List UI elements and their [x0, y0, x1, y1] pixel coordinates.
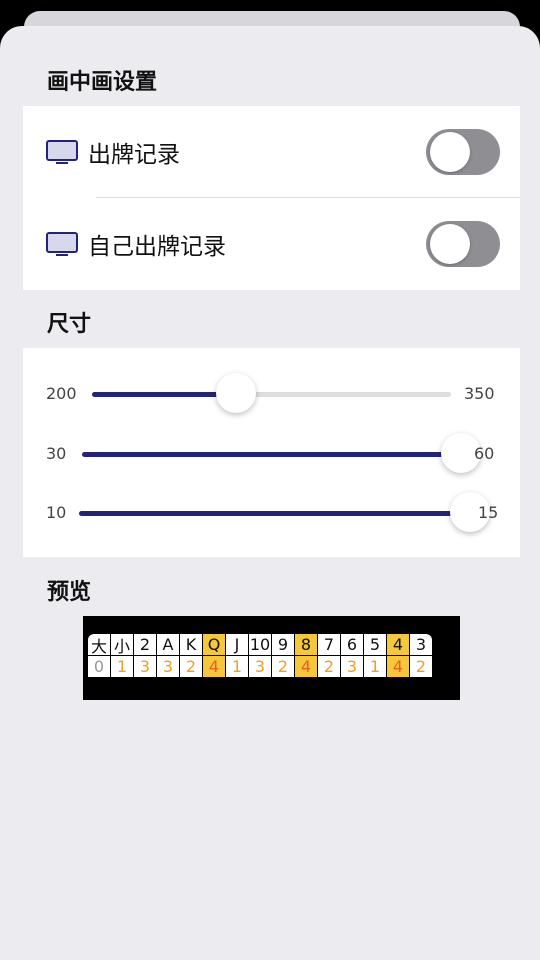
preview-panel: 大小 2 A K Q J 10 9 8 7 6 5 4 3 013324132423142	[83, 616, 460, 700]
preview-card-cell: 4	[387, 634, 409, 655]
slider-2-fill	[82, 452, 461, 457]
slider-2-track[interactable]	[82, 452, 461, 457]
preview-card-cell: Q	[203, 634, 225, 655]
preview-card-cell: 9	[272, 634, 294, 655]
slider-1-track[interactable]	[92, 392, 451, 397]
preview-card-cell: A	[157, 634, 179, 655]
settings-sheet: 画中画设置 出牌记录 自己出牌记录 尺寸 200 350 30 60 10 15…	[0, 26, 540, 960]
play-record-toggle[interactable]	[426, 129, 500, 175]
toggle-knob	[430, 132, 470, 172]
count-row: 013324132423142	[88, 656, 433, 678]
slider-3-fill	[79, 511, 470, 516]
preview-card-cell: 小	[111, 634, 133, 656]
preview-count-cell: 3	[134, 656, 156, 677]
preview-count-cell: 0	[88, 656, 110, 677]
preview-count-cell: 3	[249, 656, 271, 677]
toggle-label-play-record: 出牌记录	[88, 142, 180, 168]
preview-card-cell: 7	[318, 634, 340, 655]
section-title-preview: 预览	[47, 580, 92, 605]
toggle-knob	[430, 224, 470, 264]
preview-card-cell: 8	[295, 634, 317, 655]
section-title-size: 尺寸	[47, 312, 92, 337]
preview-table: 大小 2 A K Q J 10 9 8 7 6 5 4 3 013324132423142	[88, 634, 433, 678]
toggle-label-self-play-record: 自己出牌记录	[88, 234, 226, 260]
pip-settings-card: 出牌记录 自己出牌记录	[23, 106, 520, 290]
self-play-record-toggle[interactable]	[426, 221, 500, 267]
preview-count-cell: 4	[295, 656, 317, 677]
preview-card-cell: 大	[88, 634, 110, 656]
preview-card-cell: J	[226, 634, 248, 655]
slider-1-max: 350	[464, 384, 495, 403]
slider-3-track[interactable]	[79, 511, 470, 516]
preview-count-cell: 2	[318, 656, 340, 677]
slider-3-max: 15	[478, 503, 499, 522]
preview-count-cell: 4	[203, 656, 225, 677]
preview-count-cell: 1	[111, 656, 133, 677]
card-row: 大小 2 A K Q J 10 9 8 7 6 5 4 3	[88, 634, 433, 656]
monitor-icon	[46, 232, 78, 256]
preview-card-cell: 5	[364, 634, 386, 655]
preview-count-cell: 2	[410, 656, 432, 677]
section-title-pip: 画中画设置	[47, 70, 158, 95]
preview-count-cell: 3	[157, 656, 179, 677]
monitor-icon	[46, 140, 78, 164]
preview-card-cell: 6	[341, 634, 363, 655]
preview-count-cell: 2	[180, 656, 202, 677]
preview-count-cell: 1	[226, 656, 248, 677]
preview-count-cell: 3	[341, 656, 363, 677]
preview-card-cell: 2	[134, 634, 156, 655]
toggle-row-play-record: 出牌记录	[23, 106, 520, 198]
slider-1-min: 200	[46, 384, 77, 403]
preview-card-cell: 10	[249, 634, 271, 655]
preview-card-cell: 3	[410, 634, 432, 655]
preview-card-cell: K	[180, 634, 202, 655]
slider-2-max: 60	[474, 444, 495, 463]
slider-1-thumb[interactable]	[215, 373, 256, 413]
preview-count-cell: 2	[272, 656, 294, 677]
size-card: 200 350 30 60 10 15	[23, 348, 520, 557]
toggle-row-self-play-record: 自己出牌记录	[23, 198, 520, 290]
slider-3-min: 10	[46, 503, 67, 522]
preview-count-cell: 4	[387, 656, 409, 677]
slider-2-min: 30	[46, 444, 67, 463]
slider-1-fill	[92, 392, 236, 397]
preview-count-cell: 1	[364, 656, 386, 677]
